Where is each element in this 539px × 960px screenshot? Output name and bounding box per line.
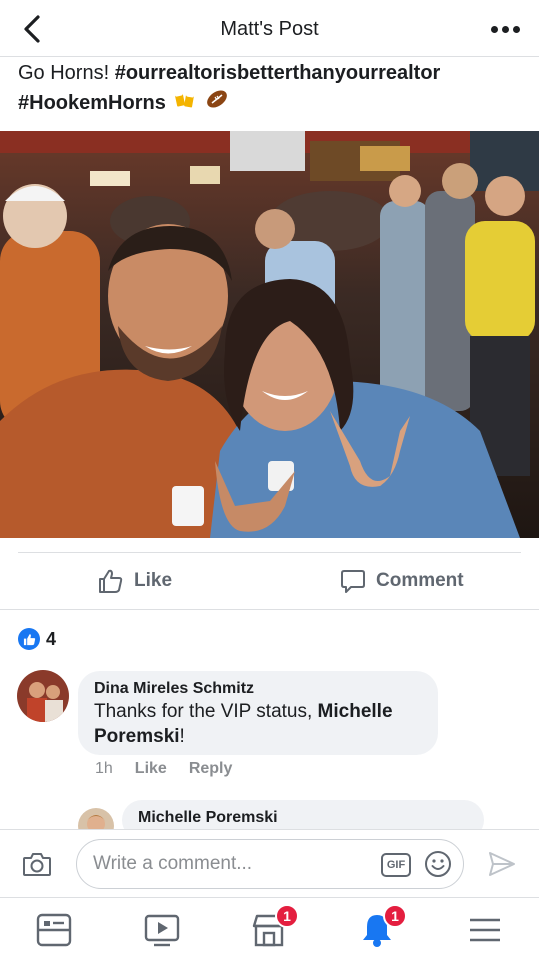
comment-reply-button[interactable]: Reply xyxy=(189,760,233,778)
speech-bubble-icon xyxy=(341,570,365,593)
comment-like-button[interactable]: Like xyxy=(135,760,167,778)
news-feed-icon xyxy=(36,913,72,947)
bottom-navigation: 1 1 xyxy=(0,897,539,960)
beer-mugs-emoji-icon xyxy=(173,88,197,119)
reaction-count: 4 xyxy=(46,628,57,649)
divider xyxy=(0,609,539,610)
tab-marketplace[interactable]: 1 xyxy=(251,904,299,948)
like-reaction-icon xyxy=(18,628,40,650)
post-photo[interactable] xyxy=(0,131,539,538)
thumbs-up-icon xyxy=(99,569,123,593)
comment-text: Thanks for the VIP status, Michelle Pore… xyxy=(94,701,393,747)
camera-button[interactable] xyxy=(22,850,52,878)
comment-time: 1h xyxy=(95,760,113,777)
marketplace-badge: 1 xyxy=(275,904,299,928)
like-label: Like xyxy=(134,570,173,591)
video-play-icon xyxy=(144,914,180,947)
comment-meta: 1h Like Reply xyxy=(95,760,232,778)
tab-menu[interactable] xyxy=(467,912,503,948)
gif-button[interactable]: GIF xyxy=(381,853,411,877)
football-emoji-icon xyxy=(205,88,229,119)
tab-news-feed[interactable] xyxy=(36,912,72,948)
comment-input-placeholder: Write a comment... xyxy=(93,853,253,874)
post-header: Matt's Post xyxy=(0,0,539,57)
more-horizontal-icon xyxy=(490,25,498,33)
gif-icon: GIF xyxy=(386,859,406,871)
smiley-icon xyxy=(425,851,451,877)
selfie-photo-illustration xyxy=(0,131,539,538)
tab-notifications[interactable]: 1 xyxy=(359,904,407,948)
tab-watch[interactable] xyxy=(144,912,180,948)
like-button[interactable]: Like xyxy=(96,563,172,599)
send-arrow-icon xyxy=(489,852,515,876)
hamburger-menu-icon xyxy=(470,918,500,942)
comment-author[interactable]: Dina Mireles Schmitz xyxy=(94,680,422,698)
post-actions: Like Comment xyxy=(0,553,539,609)
post-text-body: Go Horns! xyxy=(18,62,115,84)
post-text: Go Horns! #ourrealtorisbetterthanyourrea… xyxy=(18,58,528,119)
comment-button[interactable]: Comment xyxy=(340,563,464,599)
hashtag-hookem[interactable]: #HookemHorns xyxy=(18,92,166,114)
comment-author[interactable]: Michelle Poremski xyxy=(138,809,468,827)
profile-photo xyxy=(17,670,69,722)
hashtag-realtor[interactable]: #ourrealtorisbetterthanyourrealtor xyxy=(115,62,441,84)
avatar[interactable] xyxy=(17,670,69,722)
notifications-badge: 1 xyxy=(383,904,407,928)
comment-composer: Write a comment... GIF xyxy=(0,829,539,897)
camera-icon xyxy=(23,853,51,876)
comment-label: Comment xyxy=(376,570,464,591)
page-title: Matt's Post xyxy=(220,18,319,40)
comment-bubble[interactable]: Dina Mireles Schmitz Thanks for the VIP … xyxy=(78,671,438,755)
more-options-button[interactable] xyxy=(485,16,525,42)
send-button[interactable] xyxy=(487,850,517,878)
reactions-summary[interactable]: 4 xyxy=(18,628,56,650)
emoji-button[interactable] xyxy=(424,850,452,878)
